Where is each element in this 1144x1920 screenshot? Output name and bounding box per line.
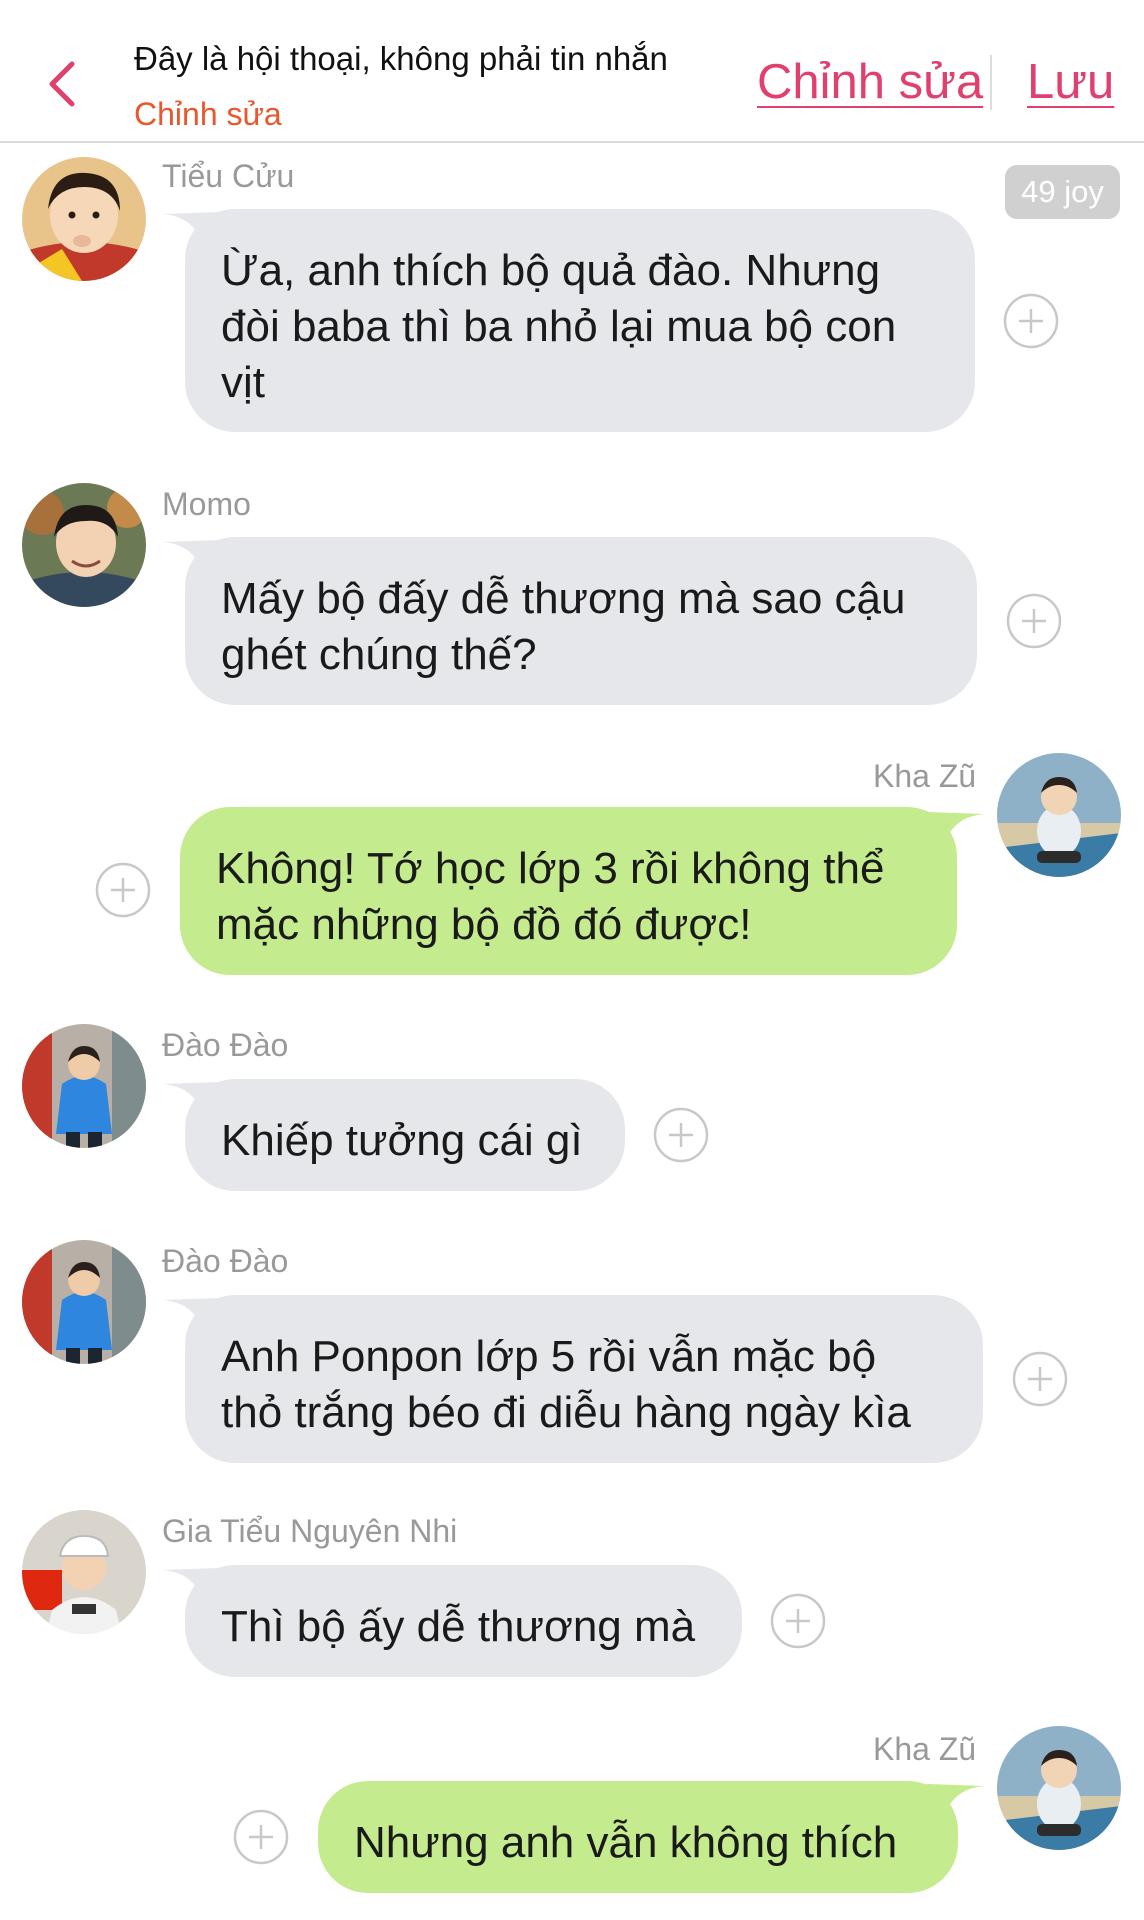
add-reaction-plus-icon[interactable] xyxy=(1003,293,1059,349)
message-bubble[interactable]: Nhưng anh vẫn không thích xyxy=(318,1781,958,1893)
add-reaction-plus-icon[interactable] xyxy=(770,1593,826,1649)
joy-count-badge: 49 joy xyxy=(1005,165,1120,219)
add-reaction-plus-icon[interactable] xyxy=(1012,1351,1068,1407)
avatar-dao-dao[interactable] xyxy=(22,1024,146,1148)
sender-name: Đào Đào xyxy=(162,1027,289,1063)
sender-name: Kha Zũ xyxy=(873,1731,977,1767)
avatar-gia-tieu-nguyen-nhi[interactable] xyxy=(22,1510,146,1634)
message-bubble[interactable]: Không! Tớ học lớp 3 rồi không thể mặc nh… xyxy=(180,807,957,975)
message-bubble[interactable]: Thì bộ ấy dễ thương mà xyxy=(185,1565,742,1677)
avatar-kha-zu[interactable] xyxy=(997,1726,1121,1850)
message-bubble[interactable]: Ừa, anh thích bộ quả đào. Nhưng đòi baba… xyxy=(185,209,975,432)
page-title: Đây là hội thoại, không phải tin nhắn xyxy=(134,40,668,77)
message-bubble[interactable]: Anh Ponpon lớp 5 rồi vẫn mặc bộ thỏ trắn… xyxy=(185,1295,983,1463)
add-reaction-plus-icon[interactable] xyxy=(95,862,151,918)
message-bubble[interactable]: Khiếp tưởng cái gì xyxy=(185,1079,625,1191)
edit-button[interactable]: Chỉnh sửa xyxy=(757,54,983,110)
add-reaction-plus-icon[interactable] xyxy=(233,1809,289,1865)
header-divider xyxy=(990,55,992,110)
message-bubble[interactable]: Mấy bộ đấy dễ thương mà sao cậu ghét chú… xyxy=(185,537,977,705)
back-chevron-icon[interactable] xyxy=(44,60,80,108)
add-reaction-plus-icon[interactable] xyxy=(653,1107,709,1163)
page-subtitle[interactable]: Chỉnh sửa xyxy=(134,96,282,133)
avatar-momo[interactable] xyxy=(22,483,146,607)
chat-editor-screen: Đây là hội thoại, không phải tin nhắn Ch… xyxy=(0,0,1144,1920)
sender-name: Momo xyxy=(162,486,251,522)
top-bar: Đây là hội thoại, không phải tin nhắn Ch… xyxy=(0,0,1144,143)
save-button[interactable]: Lưu xyxy=(1027,54,1114,110)
sender-name: Gia Tiểu Nguyên Nhi xyxy=(162,1513,458,1549)
avatar-kha-zu[interactable] xyxy=(997,753,1121,877)
avatar-tieu-cuu[interactable] xyxy=(22,157,146,281)
sender-name: Đào Đào xyxy=(162,1243,289,1279)
sender-name: Kha Zũ xyxy=(873,758,977,794)
avatar-dao-dao[interactable] xyxy=(22,1240,146,1364)
sender-name: Tiểu Cửu xyxy=(162,158,295,194)
add-reaction-plus-icon[interactable] xyxy=(1006,593,1062,649)
